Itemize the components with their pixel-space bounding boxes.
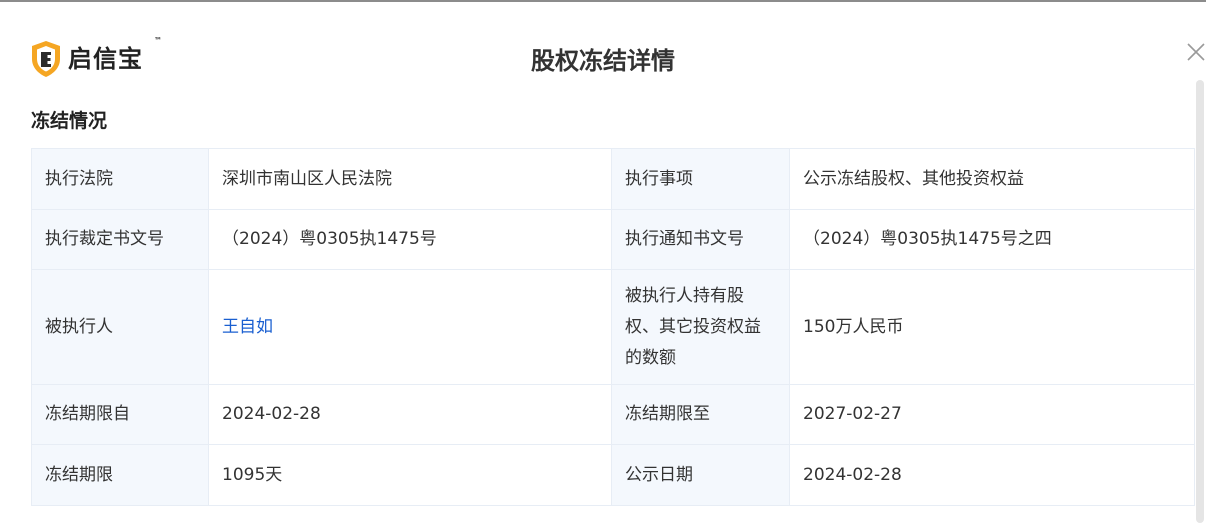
- value-freeze-to: 2027-02-27: [789, 384, 1195, 445]
- executee-link[interactable]: 王自如: [208, 269, 612, 385]
- table-row: 执行法院 深圳市南山区人民法院 执行事项 公示冻结股权、其他投资权益: [31, 148, 1195, 210]
- value-notice-number: （2024）粤0305执1475号之四: [789, 209, 1195, 270]
- value-court: 深圳市南山区人民法院: [208, 148, 612, 210]
- dialog-title: 股权冻结详情: [531, 47, 675, 75]
- table-row: 执行裁定书文号 （2024）粤0305执1475号 执行通知书文号 （2024）…: [31, 209, 1195, 270]
- label-matter: 执行事项: [611, 148, 790, 210]
- label-ruling-number: 执行裁定书文号: [31, 209, 209, 270]
- close-button[interactable]: [1183, 39, 1206, 65]
- label-court: 执行法院: [31, 148, 209, 210]
- close-icon: [1187, 43, 1205, 61]
- label-freeze-period: 冻结期限: [31, 444, 209, 506]
- label-freeze-to: 冻结期限至: [611, 384, 790, 445]
- value-equity-amount: 150万人民币: [789, 269, 1195, 385]
- table-row: 冻结期限 1095天 公示日期 2024-02-28: [31, 444, 1195, 506]
- label-equity-amount: 被执行人持有股权、其它投资权益的数额: [611, 269, 790, 385]
- label-notice-number: 执行通知书文号: [611, 209, 790, 270]
- table-row: 冻结期限自 2024-02-28 冻结期限至 2027-02-27: [31, 384, 1195, 445]
- value-matter: 公示冻结股权、其他投资权益: [789, 148, 1195, 210]
- table-row: 被执行人 王自如 被执行人持有股权、其它投资权益的数额 150万人民币: [31, 269, 1195, 385]
- value-ruling-number: （2024）粤0305执1475号: [208, 209, 612, 270]
- freeze-info-table: 执行法院 深圳市南山区人民法院 执行事项 公示冻结股权、其他投资权益 执行裁定书…: [31, 148, 1195, 506]
- label-freeze-from: 冻结期限自: [31, 384, 209, 445]
- value-freeze-period: 1095天: [208, 444, 612, 506]
- section-title: 冻结情况: [31, 110, 108, 132]
- scrollbar[interactable]: [1196, 80, 1204, 523]
- value-freeze-from: 2024-02-28: [208, 384, 612, 445]
- value-publish-date: 2024-02-28: [789, 444, 1195, 506]
- label-publish-date: 公示日期: [611, 444, 790, 506]
- top-border: [0, 0, 1206, 2]
- label-executee: 被执行人: [31, 269, 209, 385]
